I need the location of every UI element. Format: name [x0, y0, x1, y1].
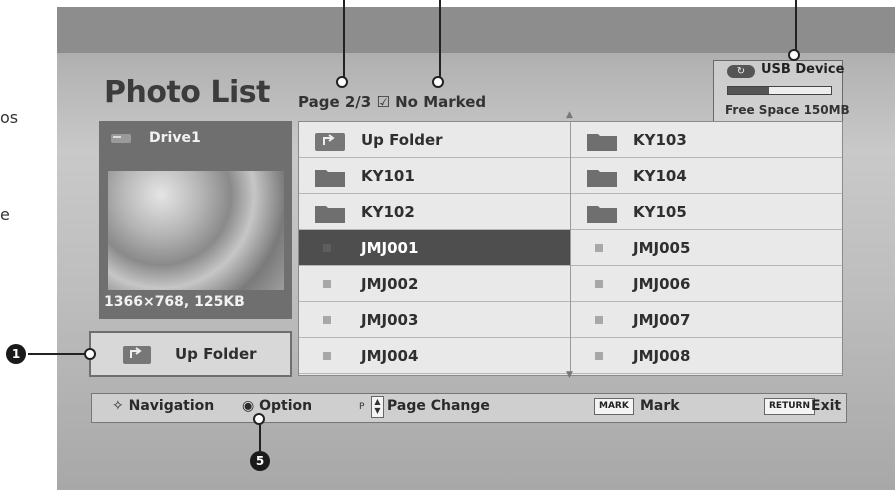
callout-line-page — [343, 0, 345, 80]
page-indicator: Page 2/3 — [298, 93, 372, 111]
list-item-label: KY105 — [633, 203, 687, 221]
list-item-label: JMJ004 — [361, 347, 419, 365]
list-item[interactable]: JMJ003 — [299, 302, 571, 338]
up-folder-button-label: Up Folder — [175, 345, 257, 363]
list-item[interactable]: JMJ004 — [299, 338, 571, 374]
list-item[interactable]: JMJ005 — [571, 230, 842, 266]
callout-dot-page — [336, 76, 348, 88]
option-label: Option — [259, 398, 313, 414]
navigation-label: Navigation — [128, 398, 215, 414]
drive-label: Drive1 — [149, 130, 201, 146]
list-item-label: JMJ002 — [361, 275, 419, 293]
photo-file-icon — [595, 280, 603, 288]
list-item-label: Up Folder — [361, 131, 443, 149]
p-key-label: P — [359, 402, 365, 412]
photo-file-icon — [595, 244, 603, 252]
callout-dot-one — [84, 348, 96, 360]
page-title: Photo List — [104, 75, 270, 110]
folder-icon — [587, 170, 617, 187]
list-item[interactable]: JMJ007 — [571, 302, 842, 338]
navigation-hint: ✧ Navigation — [112, 398, 214, 414]
callout-line-usb — [795, 0, 797, 52]
mark-label: Mark — [640, 398, 680, 414]
page-change-label: Page Change — [387, 398, 490, 414]
marked-status: No Marked — [395, 93, 487, 111]
list-item-label: JMJ003 — [361, 311, 419, 329]
scroll-down-icon[interactable]: ▼ — [566, 370, 573, 380]
callout-badge-one: 1 — [6, 344, 26, 364]
callout-dot-five — [253, 413, 265, 425]
list-item-label: JMJ006 — [633, 275, 691, 293]
edge-text-top: os — [0, 108, 19, 127]
option-hint: ◉ Option — [242, 398, 312, 414]
page-up-down-icon: ▲ ▼ — [371, 396, 384, 418]
list-item[interactable]: KY104 — [571, 158, 842, 194]
scroll-up-icon[interactable]: ▲ — [566, 110, 573, 120]
list-item[interactable]: JMJ008 — [571, 338, 842, 374]
list-item[interactable]: Up Folder — [299, 122, 571, 158]
callout-line-one — [28, 353, 88, 355]
list-item-label: JMJ008 — [633, 347, 691, 365]
checkbox-icon: ☑ — [376, 93, 390, 111]
navigation-icon: ✧ — [112, 398, 124, 414]
up-folder-icon — [123, 346, 151, 364]
photo-thumbnail — [108, 171, 284, 290]
page-info: Page 2/3 ☑ No Marked — [298, 93, 486, 111]
list-item-label: KY103 — [633, 131, 687, 149]
list-item[interactable]: JMJ006 — [571, 266, 842, 302]
list-item-label: KY104 — [633, 167, 687, 185]
callout-badge-five: 5 — [250, 451, 270, 471]
folder-icon — [587, 134, 617, 151]
drive-icon — [111, 134, 131, 143]
photo-file-icon — [595, 316, 603, 324]
photo-file-icon — [323, 352, 331, 360]
top-band — [57, 7, 895, 53]
exit-label: Exit — [811, 398, 842, 414]
list-item[interactable]: KY103 — [571, 122, 842, 158]
edge-text-mid: e — [0, 205, 10, 224]
return-key: RETURN — [764, 398, 815, 415]
photo-file-icon — [323, 280, 331, 288]
list-item-label: JMJ007 — [633, 311, 691, 329]
folder-icon — [315, 170, 345, 187]
list-item-label: JMJ001 — [361, 239, 419, 257]
list-item[interactable]: KY102 — [299, 194, 571, 230]
folder-icon — [315, 206, 345, 223]
usb-space-bar — [727, 86, 832, 95]
photo-info: 1366×768, 125KB — [104, 294, 245, 310]
photo-file-icon — [595, 352, 603, 360]
photo-file-icon — [323, 316, 331, 324]
list-item[interactable]: KY105 — [571, 194, 842, 230]
folder-icon — [587, 206, 617, 223]
callout-dot-marked — [432, 76, 444, 88]
mark-key: MARK — [594, 398, 634, 415]
list-item-label: JMJ005 — [633, 239, 691, 257]
usb-icon: ↻ — [727, 65, 755, 78]
usb-device-label: USB Device — [761, 62, 845, 77]
column-divider — [570, 121, 571, 376]
callout-dot-usb — [788, 49, 800, 61]
list-item-label: KY101 — [361, 167, 415, 185]
list-item[interactable]: JMJ002 — [299, 266, 571, 302]
option-icon: ◉ — [242, 398, 255, 414]
list-item[interactable]: KY101 — [299, 158, 571, 194]
usb-free-space: Free Space 150MB — [725, 103, 850, 117]
up-folder-icon — [315, 133, 345, 151]
photo-file-icon — [323, 244, 331, 252]
callout-line-marked — [439, 0, 441, 80]
list-item[interactable]: JMJ001 — [299, 230, 571, 266]
list-item-label: KY102 — [361, 203, 415, 221]
up-folder-button[interactable]: Up Folder — [89, 331, 292, 377]
